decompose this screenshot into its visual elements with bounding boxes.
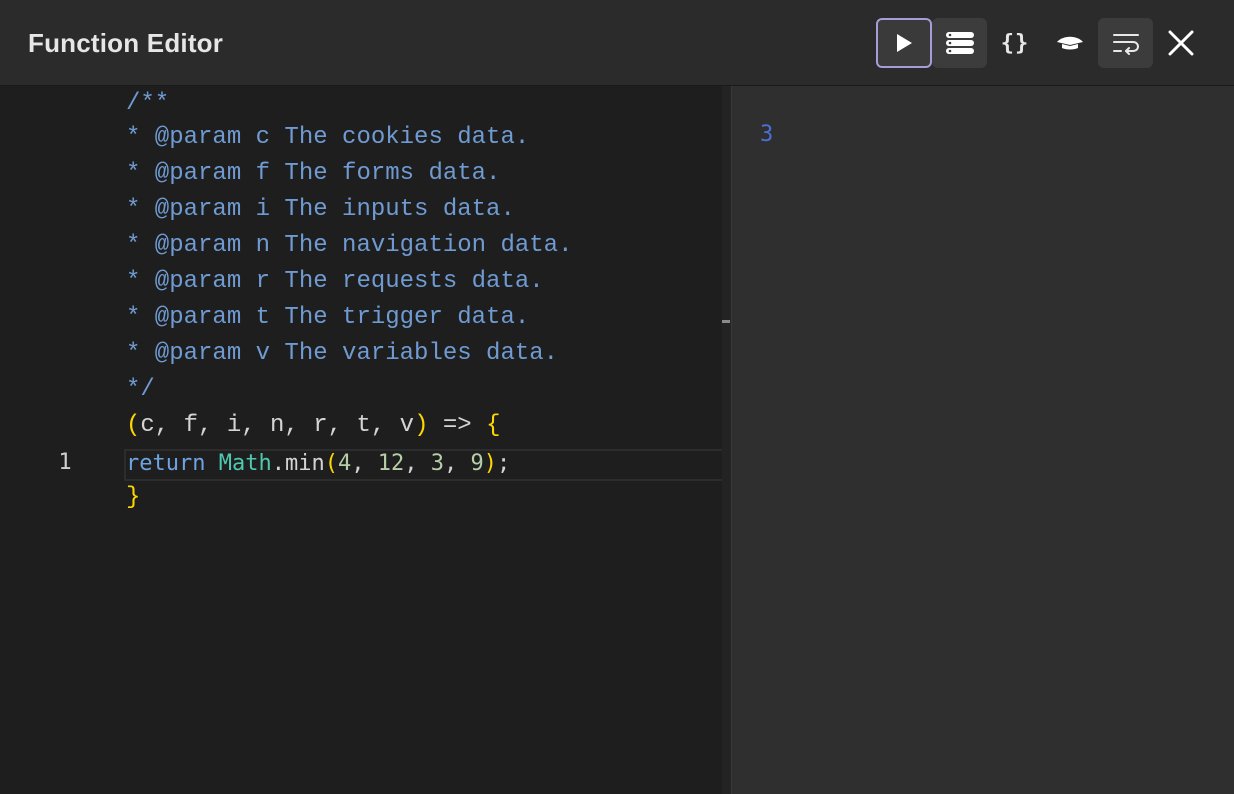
code-editor[interactable]: /** * @param c The cookies data. * @para… xyxy=(0,86,722,794)
dialog-title: Function Editor xyxy=(28,28,224,58)
line-number: 1 xyxy=(58,450,72,475)
open-brace: { xyxy=(486,412,501,439)
code-line[interactable]: return Math.min(4, 12, 3, 9); xyxy=(126,446,510,482)
close-brace: } xyxy=(126,484,141,511)
min-method: .min xyxy=(271,451,325,476)
doc-comment-line: * @param i The inputs data. xyxy=(126,196,515,223)
list-icon xyxy=(945,32,974,54)
format-braces-button[interactable]: {} xyxy=(990,18,1040,68)
learn-button[interactable] xyxy=(1045,18,1095,68)
editor-header: Function Editor {} xyxy=(0,0,1234,86)
semicolon: ; xyxy=(496,451,511,476)
doc-comment-line: * @param r The requests data. xyxy=(126,268,544,295)
math-object: Math xyxy=(218,451,272,476)
close-icon xyxy=(1168,30,1194,56)
arg-number: 9 xyxy=(470,451,484,476)
word-wrap-button[interactable] xyxy=(1098,18,1153,68)
arg-number: 12 xyxy=(377,451,405,476)
param-list: c, f, i, n, r, t, v xyxy=(140,412,415,439)
close-paren: ) xyxy=(414,412,429,439)
output-panel: 3 xyxy=(732,86,1234,794)
function-signature: (c, f, i, n, r, t, v) => { xyxy=(126,408,500,444)
list-view-button[interactable] xyxy=(932,18,987,68)
arg-number: 4 xyxy=(337,451,352,476)
graduation-cap-icon xyxy=(1057,36,1083,50)
doc-comment-line: * @param c The cookies data. xyxy=(126,124,530,151)
arrow-operator: => xyxy=(428,412,487,439)
open-paren: ( xyxy=(126,412,141,439)
close-button[interactable] xyxy=(1158,18,1204,68)
return-keyword: return xyxy=(126,451,206,476)
splitter[interactable] xyxy=(722,86,732,794)
arg-number: 3 xyxy=(430,451,444,476)
doc-comment-line: * @param t The trigger data. xyxy=(126,304,530,331)
close-paren: ) xyxy=(483,451,497,476)
doc-comment-line: * @param n The navigation data. xyxy=(126,232,573,259)
open-paren: ( xyxy=(324,451,338,476)
scrollbar-thumb[interactable] xyxy=(722,320,730,323)
doc-comment-line: * @param f The forms data. xyxy=(126,160,501,187)
play-icon xyxy=(897,34,912,52)
closing-brace-line: } xyxy=(126,480,140,516)
run-button[interactable] xyxy=(876,18,932,68)
doc-comment-line: */ xyxy=(126,376,155,403)
doc-comment-line: * @param v The variables data. xyxy=(126,340,559,367)
output-value: 3 xyxy=(760,122,774,147)
word-wrap-icon xyxy=(1112,34,1139,55)
doc-comment-line: /** xyxy=(126,90,170,117)
